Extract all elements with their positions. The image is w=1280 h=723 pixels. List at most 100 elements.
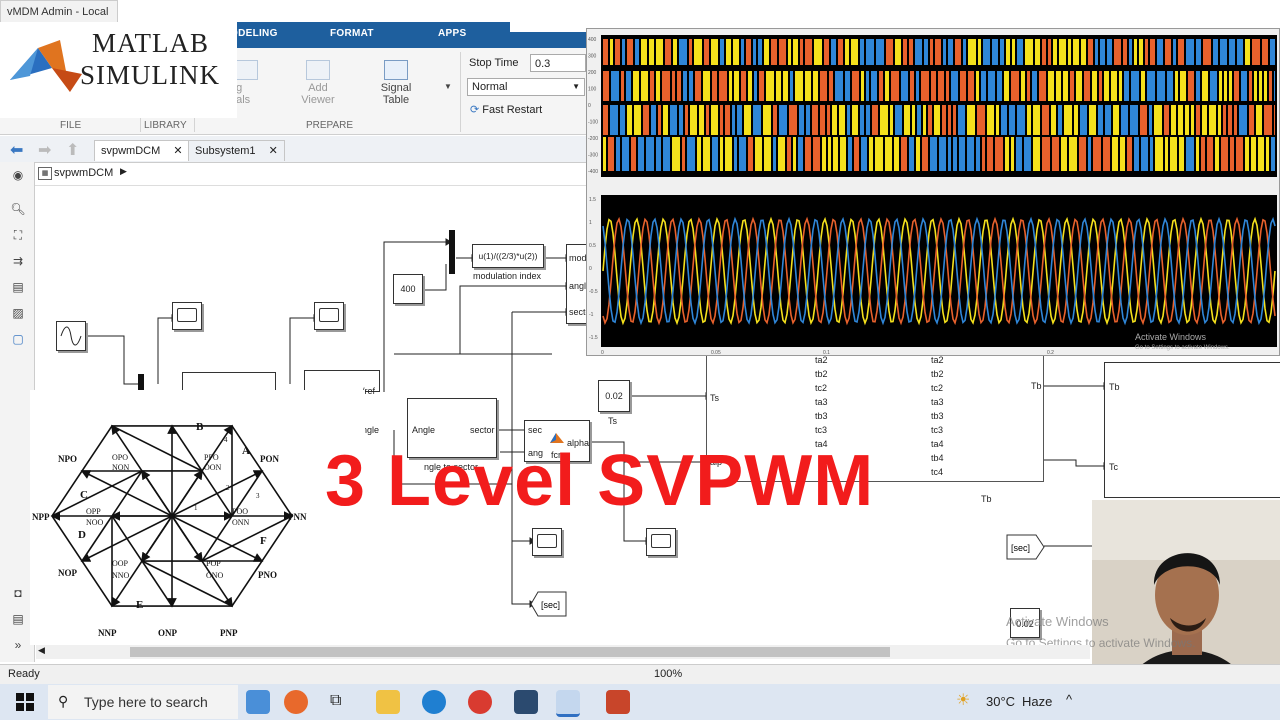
pwm-pulse [622, 137, 629, 171]
vector-opp: OPP [86, 507, 101, 516]
subsystem-block-partial[interactable] [182, 372, 276, 392]
windows-start-icon[interactable] [16, 693, 34, 711]
scope-block[interactable] [646, 528, 676, 556]
pwm-pulse [1021, 71, 1025, 101]
pwm-pulse [1081, 39, 1086, 65]
scroll-left-icon[interactable]: ◀ [38, 645, 45, 656]
y-tick-label: 0.5 [589, 243, 596, 249]
constant-400-block[interactable]: 400 [393, 274, 423, 304]
pwm-pulse [866, 39, 874, 65]
output-subsystem-block[interactable]: Tb Tc [1104, 362, 1280, 498]
hexagon-svg: NPO PON NPP PNN NOP PNO NNP ONP PNP OPO … [32, 421, 307, 638]
pwm-pulse [831, 39, 836, 65]
pwm-pulse [783, 71, 788, 101]
pwm-pulse [662, 71, 670, 101]
vertex-pno: PNO [258, 570, 277, 580]
pwm-pulse [1119, 71, 1122, 101]
pwm-pulse [910, 71, 914, 101]
pwm-pulse [1058, 105, 1062, 135]
pwm-pulse [755, 137, 762, 171]
pwm-pulse [712, 71, 717, 101]
pwm-pulse [1210, 71, 1217, 101]
pwm-pulse [1123, 39, 1127, 65]
zoom-level: 100% [654, 668, 683, 680]
pwm-pulse [779, 105, 787, 135]
pwm-pulse [934, 105, 940, 135]
pwm-pulse [634, 105, 641, 135]
scope-block[interactable] [172, 302, 202, 330]
pwm-pulse [1256, 105, 1262, 135]
pwm-pulse [1209, 105, 1216, 135]
pwm-pulse [895, 39, 901, 65]
app-flow-icon[interactable] [246, 690, 270, 714]
pwm-pulse [995, 137, 1003, 171]
pwm-pulse [663, 137, 670, 171]
vector-ppo: PPO [204, 453, 219, 462]
sector-output-label: sector [470, 425, 495, 435]
sine-wave-block[interactable] [56, 321, 86, 351]
pwm-pulse [968, 71, 974, 101]
goto-sec-label: [sec] [541, 600, 560, 610]
pwm-pulse [635, 39, 639, 65]
ts-label: Ts [608, 416, 617, 426]
logo-matlab: MATLAB [92, 28, 210, 58]
pwm-pulse [1079, 137, 1086, 171]
pwm-pulse [1134, 137, 1139, 171]
pwm-pulse [1154, 105, 1162, 135]
pwm-pulse [876, 39, 884, 65]
pwm-pulse [1178, 105, 1183, 135]
scrollbar-thumb[interactable] [130, 647, 890, 657]
vertex-onp: ONP [158, 628, 178, 638]
pwm-pulse [776, 71, 781, 101]
pwm-pulse [1213, 39, 1218, 65]
basketball-icon[interactable] [284, 690, 308, 714]
taskbar-search-box[interactable]: ⚲ Type here to search [48, 685, 238, 719]
file-explorer-icon[interactable] [376, 690, 400, 714]
pwm-pulse [939, 137, 946, 171]
svpwm-hexagon-diagram: NPO PON NPP PNN NOP PNO NNP ONP PNP OPO … [30, 390, 365, 645]
pwm-pulse [1264, 71, 1267, 101]
pwm-pulse [829, 71, 833, 101]
modulation-fcn-block[interactable]: u(1)/((2/3)*u(2)) [472, 244, 544, 268]
pwm-pulse [638, 137, 644, 171]
pwm-pulse [1105, 105, 1111, 135]
pwm-pulse [992, 39, 998, 65]
chrome-icon[interactable] [468, 690, 492, 714]
pwm-pulse [958, 105, 965, 135]
chevron-up-icon[interactable]: ^ [1066, 692, 1072, 707]
sub-out-port: tc3 [931, 425, 944, 435]
pwm-pulse [861, 71, 864, 101]
pwm-pulse [885, 137, 892, 171]
from-sec-block[interactable]: [sec] [1006, 533, 1048, 561]
pwm-pulse [951, 71, 958, 101]
from-sec-label: [sec] [1011, 543, 1030, 553]
pwm-pulse [1170, 137, 1177, 171]
app-icon[interactable] [514, 690, 538, 714]
edge-icon[interactable] [422, 690, 446, 714]
pwm-pulse [611, 71, 619, 101]
pwm-pulse [1262, 39, 1268, 65]
pwm-pulse [1073, 39, 1079, 65]
matlab-taskbar-icon[interactable] [556, 690, 580, 717]
task-view-icon[interactable]: ⧉ [330, 692, 341, 710]
x-tick-label: 0.05 [711, 350, 721, 355]
vector-nno: NNO [112, 571, 130, 580]
pwm-pulse [824, 39, 829, 65]
y-tick-label: -100 [588, 120, 598, 126]
scope-block[interactable] [314, 302, 344, 330]
pwm-pulse [1155, 137, 1163, 171]
pwm-pulse [733, 39, 739, 65]
pwm-pulse [706, 105, 709, 135]
scope-activate-line2: Go to Settings to activate Windows. [1135, 345, 1230, 351]
scope-activate-line1: Activate Windows [1135, 332, 1207, 342]
scope-block[interactable] [532, 528, 562, 556]
goto-sec-block[interactable]: [sec] [530, 590, 570, 618]
pwm-pulse [641, 71, 648, 101]
pwm-pulse [1269, 71, 1272, 101]
ts-constant-block[interactable]: 0.02 [598, 380, 630, 412]
pwm-pulse [1219, 71, 1222, 101]
powerpoint-icon[interactable] [606, 690, 630, 714]
pwm-pulse [1005, 137, 1009, 171]
scope-window[interactable]: 400 300 200 100 0 -100 -200 -300 -400 1.5 1 0.5 0 -0… [586, 28, 1280, 356]
pwm-pulse [1114, 39, 1121, 65]
